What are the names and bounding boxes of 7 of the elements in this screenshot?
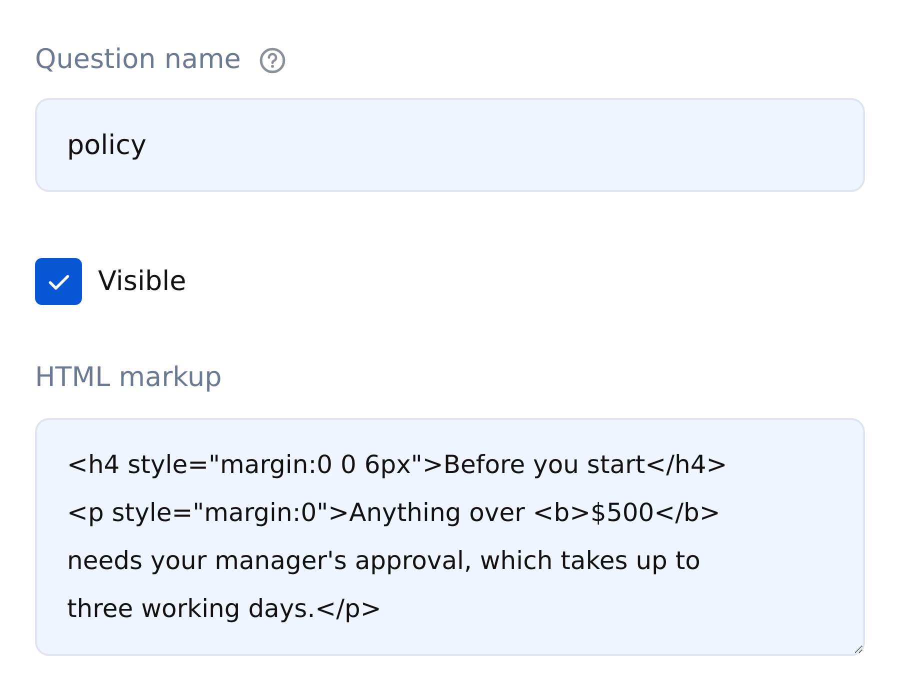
checkbox-label[interactable]: Visible [98,266,186,297]
markup-textarea[interactable]: <h4 style="margin:0 0 6px">Before you start</h4> <p style="margin:0">Anything over <b>$500</b> needs your manager's approval, which takes up to three working days.</p> [35,418,865,656]
field-label: Question name [35,43,241,77]
name-input[interactable]: policy [35,98,865,192]
field-label: HTML markup [35,361,223,395]
help-icon[interactable] [258,46,286,74]
visible-checkbox[interactable] [35,258,82,305]
